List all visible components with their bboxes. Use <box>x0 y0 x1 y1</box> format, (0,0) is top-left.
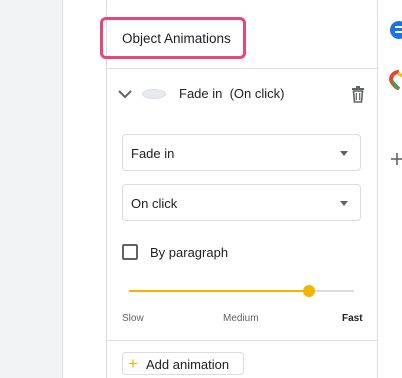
panel-title: Object Animations <box>122 31 231 46</box>
side-app-icon[interactable] <box>389 20 402 40</box>
speed-label-fast: Fast <box>342 313 363 324</box>
left-strip <box>62 0 107 378</box>
dropdown-caret-icon <box>340 151 348 156</box>
effect-select-value: Fade in <box>131 146 175 161</box>
speed-slider-track[interactable] <box>129 290 354 292</box>
plus-icon: + <box>128 354 138 373</box>
speed-label-slow: Slow <box>122 313 144 324</box>
dropdown-caret-icon <box>340 201 348 206</box>
animation-item-label[interactable]: Fade in (On click) <box>179 86 284 101</box>
speed-label-medium: Medium <box>223 313 259 324</box>
add-animation-label: Add animation <box>146 357 230 372</box>
divider <box>106 340 377 341</box>
by-paragraph-checkbox[interactable] <box>122 244 138 260</box>
trash-icon[interactable] <box>349 85 367 103</box>
trigger-select[interactable]: On click <box>122 184 361 221</box>
side-maps-icon[interactable] <box>389 70 402 90</box>
trigger-select-value: On click <box>131 196 178 211</box>
animation-indicator <box>142 89 166 99</box>
side-add-icon[interactable] <box>389 152 402 166</box>
effect-select[interactable]: Fade in <box>122 134 361 171</box>
speed-slider-fill <box>129 290 309 292</box>
by-paragraph-label[interactable]: By paragraph <box>150 245 228 260</box>
left-gutter <box>0 0 62 378</box>
speed-slider-thumb[interactable] <box>303 285 315 297</box>
chevron-down-icon[interactable] <box>117 86 133 102</box>
add-animation-button[interactable]: + Add animation <box>122 352 244 375</box>
